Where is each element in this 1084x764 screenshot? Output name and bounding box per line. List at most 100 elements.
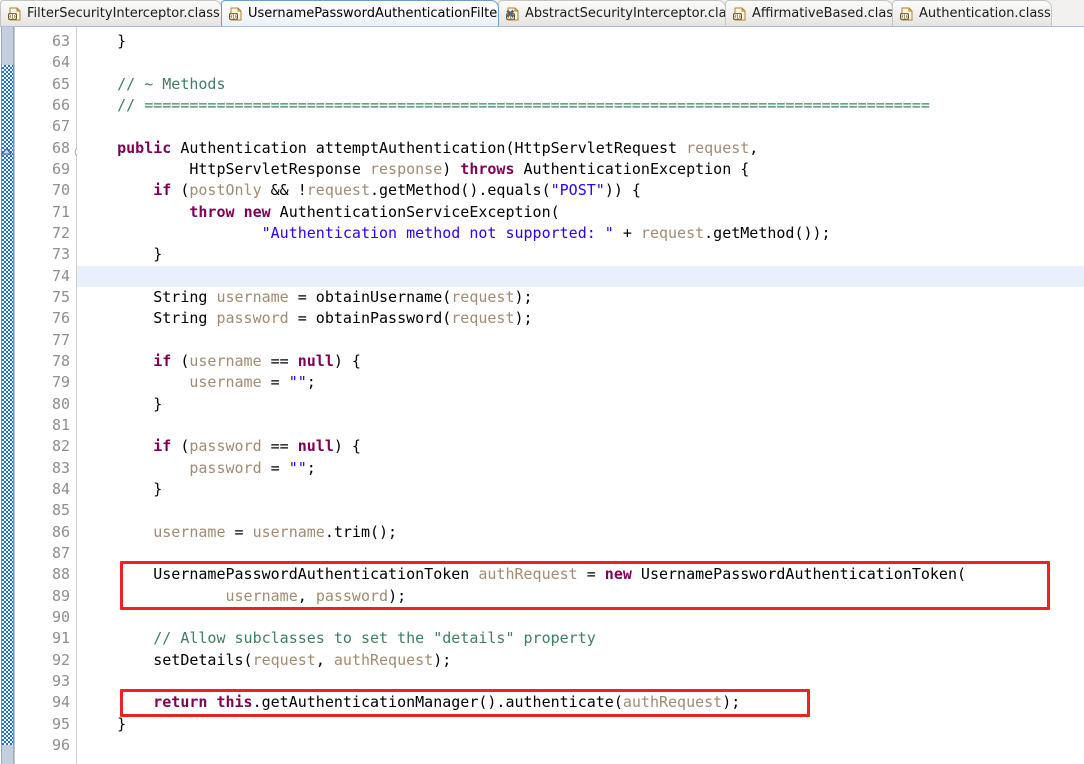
- code-token-pln: ==: [261, 351, 298, 370]
- code-line: // ~ Methods: [77, 74, 1084, 95]
- code-token-var: request: [306, 181, 370, 200]
- code-token-var: request: [451, 309, 515, 328]
- code-line: return this.getAuthenticationManager().a…: [77, 692, 1084, 713]
- line-number: 74: [51, 266, 70, 285]
- code-token-pln: )) {: [604, 181, 641, 200]
- code-token-pln: }: [81, 32, 127, 50]
- code-token-pln: [81, 373, 189, 391]
- code-line: }: [77, 244, 1084, 265]
- line-number: 76: [51, 309, 70, 328]
- editor-tab-label: Authentication.class: [919, 6, 1051, 21]
- code-token-pln: }: [81, 394, 163, 413]
- code-token-str: "": [288, 373, 307, 392]
- code-token-pln: [81, 459, 189, 477]
- code-token-pln: [81, 203, 189, 221]
- line-number: 73: [51, 245, 70, 264]
- line-number: 65: [51, 74, 70, 93]
- tab-close-icon[interactable]: ✖: [505, 8, 515, 20]
- code-token-pln: String: [81, 287, 217, 306]
- code-token-kw: this: [216, 693, 253, 712]
- line-number: 68: [15, 138, 85, 159]
- line-number: 89: [51, 586, 70, 605]
- fold-indicator-triangle-icon[interactable]: [0, 142, 13, 155]
- code-token-pln: [81, 181, 153, 199]
- code-token-var: password: [216, 309, 289, 328]
- code-token-var: authRequest: [622, 693, 723, 712]
- code-token-pln: .trim();: [324, 522, 398, 541]
- code-token-kw: return: [153, 693, 208, 712]
- code-token-pln: ,: [297, 586, 316, 605]
- code-token-pln: AuthenticationException {: [514, 159, 750, 178]
- code-line: }: [77, 714, 1084, 735]
- code-line: }: [77, 394, 1084, 415]
- line-number: 93: [51, 671, 70, 690]
- line-number: 91: [51, 629, 70, 648]
- code-token-kw: null: [297, 351, 334, 370]
- code-line: if (username == null) {: [77, 351, 1084, 372]
- line-number: 66: [51, 95, 70, 114]
- code-token-kw: if: [153, 351, 172, 370]
- code-token-str: "Authentication method not supported: ": [261, 223, 614, 242]
- code-token-var: password: [315, 586, 389, 605]
- editor-tab-3[interactable]: 010 AffirmativeBased.class: [725, 0, 900, 26]
- code-token-pln: =: [261, 373, 289, 392]
- code-line: }: [77, 479, 1084, 500]
- line-number: 78: [51, 351, 70, 370]
- line-number: 75: [51, 287, 70, 306]
- line-number: 69: [51, 159, 70, 178]
- line-number: 71: [51, 202, 70, 221]
- editor-tab-0[interactable]: 010 FilterSecurityInterceptor.class: [0, 0, 222, 26]
- line-number: 87: [51, 543, 70, 562]
- code-token-pln: = obtainPassword(: [288, 309, 452, 328]
- line-number: 64: [51, 53, 70, 72]
- code-token-pln: );: [388, 586, 407, 605]
- code-text-area[interactable]: } // ~ Methods // ======================…: [77, 27, 1084, 764]
- editor-tab-bar: 010 FilterSecurityInterceptor.class 010 Use…: [0, 0, 1084, 27]
- line-number: 82: [51, 437, 70, 456]
- code-token-pln: ;: [306, 373, 316, 392]
- line-number: 84: [51, 479, 70, 498]
- code-token-var: request: [640, 223, 705, 242]
- code-token-pln: }: [81, 479, 163, 498]
- editor-tab-1[interactable]: 010 UsernamePasswordAuthenticationFilte ✖: [221, 0, 515, 26]
- line-number: 79: [51, 373, 70, 392]
- code-token-pln: [81, 139, 117, 157]
- code-token-pln: ,: [749, 138, 759, 157]
- annotation-ruler[interactable]: [0, 27, 15, 764]
- code-token-var: password: [189, 437, 262, 456]
- code-token-pln: =: [261, 458, 289, 477]
- editor-tab-2[interactable]: 010 AbstractSecurityInterceptor.class: [498, 0, 740, 26]
- code-token-var: username: [189, 373, 262, 392]
- editor-tab-label: AffirmativeBased.class: [752, 6, 900, 21]
- code-token-var: username: [216, 287, 289, 306]
- code-token-pln: +: [613, 223, 641, 242]
- code-token-pln: ;: [306, 458, 316, 477]
- code-token-pln: [81, 437, 153, 455]
- line-number: 95: [51, 714, 70, 733]
- code-token-var: username: [225, 586, 298, 605]
- code-line: public Authentication attemptAuthenticat…: [77, 138, 1084, 159]
- code-token-pln: ) {: [333, 437, 361, 456]
- editor-tab-label: AbstractSecurityInterceptor.class: [525, 6, 741, 21]
- code-token-pln: ,: [315, 650, 334, 669]
- code-line: String password = obtainPassword(request…: [77, 308, 1084, 329]
- class-file-icon: 010: [900, 7, 914, 21]
- code-token-var: username: [189, 351, 262, 370]
- svg-text:010: 010: [733, 14, 742, 20]
- code-token-var: request: [451, 287, 515, 306]
- code-token-pln: .getMethod().equals(: [370, 181, 551, 200]
- code-token-kw: if: [153, 437, 172, 456]
- editor-tab-label: FilterSecurityInterceptor.class: [27, 6, 220, 21]
- code-token-pln: );: [514, 309, 533, 328]
- code-line: HttpServletResponse response) throws Aut…: [77, 159, 1084, 180]
- code-token-kw: new: [243, 202, 271, 221]
- code-token-pln: );: [514, 287, 533, 306]
- editor-tab-4[interactable]: 010 Authentication.class: [892, 0, 1052, 26]
- code-token-pln: ): [442, 159, 461, 178]
- line-number: 85: [51, 501, 70, 520]
